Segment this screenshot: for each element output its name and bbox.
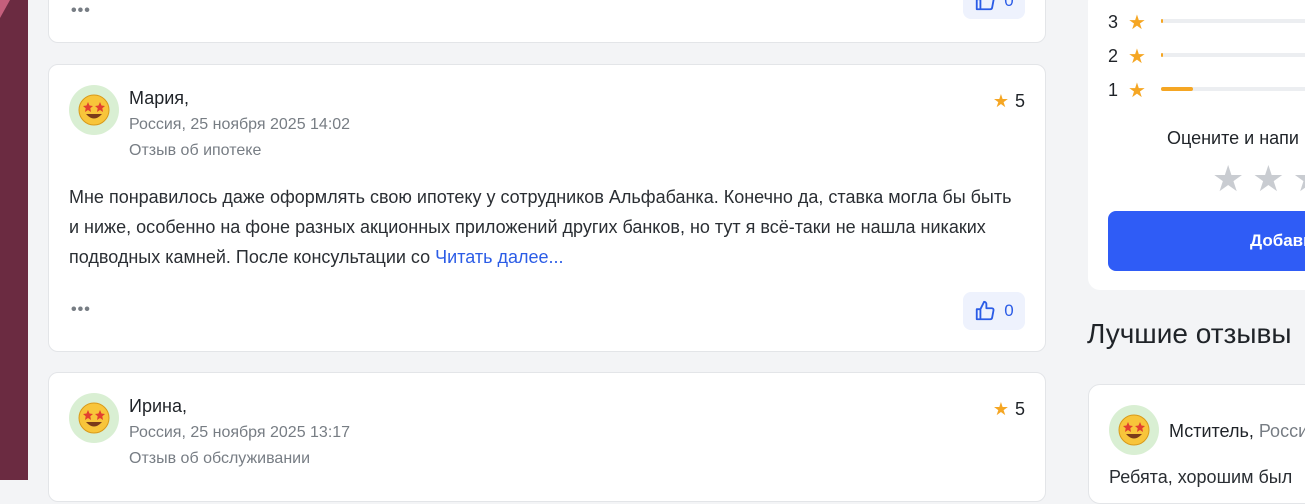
rating-bar: [1161, 53, 1305, 57]
review-card: Ирина, Россия, 25 ноября 2025 13:17 Отзы…: [48, 372, 1046, 502]
rating-bar-stars: 1: [1108, 80, 1119, 100]
review-category: Отзыв об ипотеке: [129, 142, 262, 159]
like-button[interactable]: 0: [963, 292, 1025, 330]
best-review-card: Мститель, Росси Ребята, хорошим был: [1088, 384, 1305, 504]
star-struck-emoji-icon: [78, 94, 110, 126]
add-review-button[interactable]: Добавь: [1108, 211, 1305, 271]
star-icon: ★: [992, 91, 1009, 111]
star-icon: ★: [1128, 80, 1146, 102]
thumbs-up-icon: [976, 0, 995, 11]
thumbs-up-icon: [976, 300, 995, 321]
rating-bar-fill: [1161, 53, 1163, 57]
rate-star-3[interactable]: ★: [1293, 158, 1305, 200]
best-review-country: Росси: [1253, 421, 1305, 441]
star-icon: ★: [1128, 46, 1146, 68]
review-category: Отзыв об обслуживании: [129, 450, 311, 467]
more-options-button[interactable]: •••: [71, 301, 91, 319]
rating-bar-fill: [1161, 87, 1193, 91]
star-struck-emoji-icon: [1118, 414, 1150, 446]
best-review-author[interactable]: Мститель, Росси: [1169, 421, 1305, 442]
star-icon: ★: [992, 399, 1009, 419]
avatar: [69, 393, 119, 443]
like-count: 0: [1004, 0, 1014, 10]
rating-value: 5: [1014, 399, 1025, 419]
review-card: Мария, Россия, 25 ноября 2025 14:02 Отзы…: [48, 64, 1046, 352]
rating-bar: [1161, 87, 1305, 91]
review-rating: ★ 5: [993, 91, 1025, 112]
rating-bar-stars: 2: [1108, 46, 1119, 66]
rating-summary-panel: 3★ 2★ 1★ Оцените и напи ★ ★ ★ Добавь: [1088, 0, 1305, 290]
best-review-author-name: Мститель,: [1169, 421, 1254, 441]
rating-bar-row: 2 ★: [1108, 44, 1146, 69]
read-more-link[interactable]: Читать далее...: [435, 247, 563, 267]
review-location-date: Россия, 25 ноября 2025 13:17: [129, 424, 351, 441]
rate-star-1[interactable]: ★: [1212, 158, 1244, 200]
best-review-text: Ребята, хорошим был: [1109, 467, 1293, 487]
review-text: Мне понравилось даже оформлять свою ипот…: [69, 182, 1025, 272]
review-author[interactable]: Ирина,: [129, 396, 187, 417]
rate-prompt: Оцените и напи: [1167, 128, 1299, 148]
left-edge-notch: [0, 0, 10, 18]
rating-bar: [1161, 19, 1305, 23]
avatar: [1109, 405, 1159, 455]
review-card-previous: ••• 0: [48, 0, 1046, 43]
rating-bar-stars: 3: [1108, 12, 1119, 32]
review-rating: ★ 5: [993, 399, 1025, 420]
best-reviews-title: Лучшие отзывы: [1087, 318, 1292, 349]
rating-bar-row: 3 ★: [1108, 10, 1146, 35]
rating-value: 5: [1014, 91, 1025, 111]
more-options-button[interactable]: •••: [71, 2, 91, 20]
avatar: [69, 85, 119, 135]
left-edge-panel: [0, 0, 28, 480]
like-button[interactable]: 0: [963, 0, 1025, 19]
star-icon: ★: [1128, 12, 1146, 34]
review-location-date: Россия, 25 ноября 2025 14:02: [129, 116, 351, 133]
rating-bar-row: 1 ★: [1108, 78, 1146, 103]
like-count: 0: [1004, 301, 1014, 320]
rate-star-2[interactable]: ★: [1252, 158, 1284, 200]
rating-bar-fill: [1161, 19, 1163, 23]
star-struck-emoji-icon: [78, 402, 110, 434]
rate-stars[interactable]: ★ ★ ★: [1212, 158, 1305, 200]
review-author[interactable]: Мария,: [129, 88, 189, 109]
